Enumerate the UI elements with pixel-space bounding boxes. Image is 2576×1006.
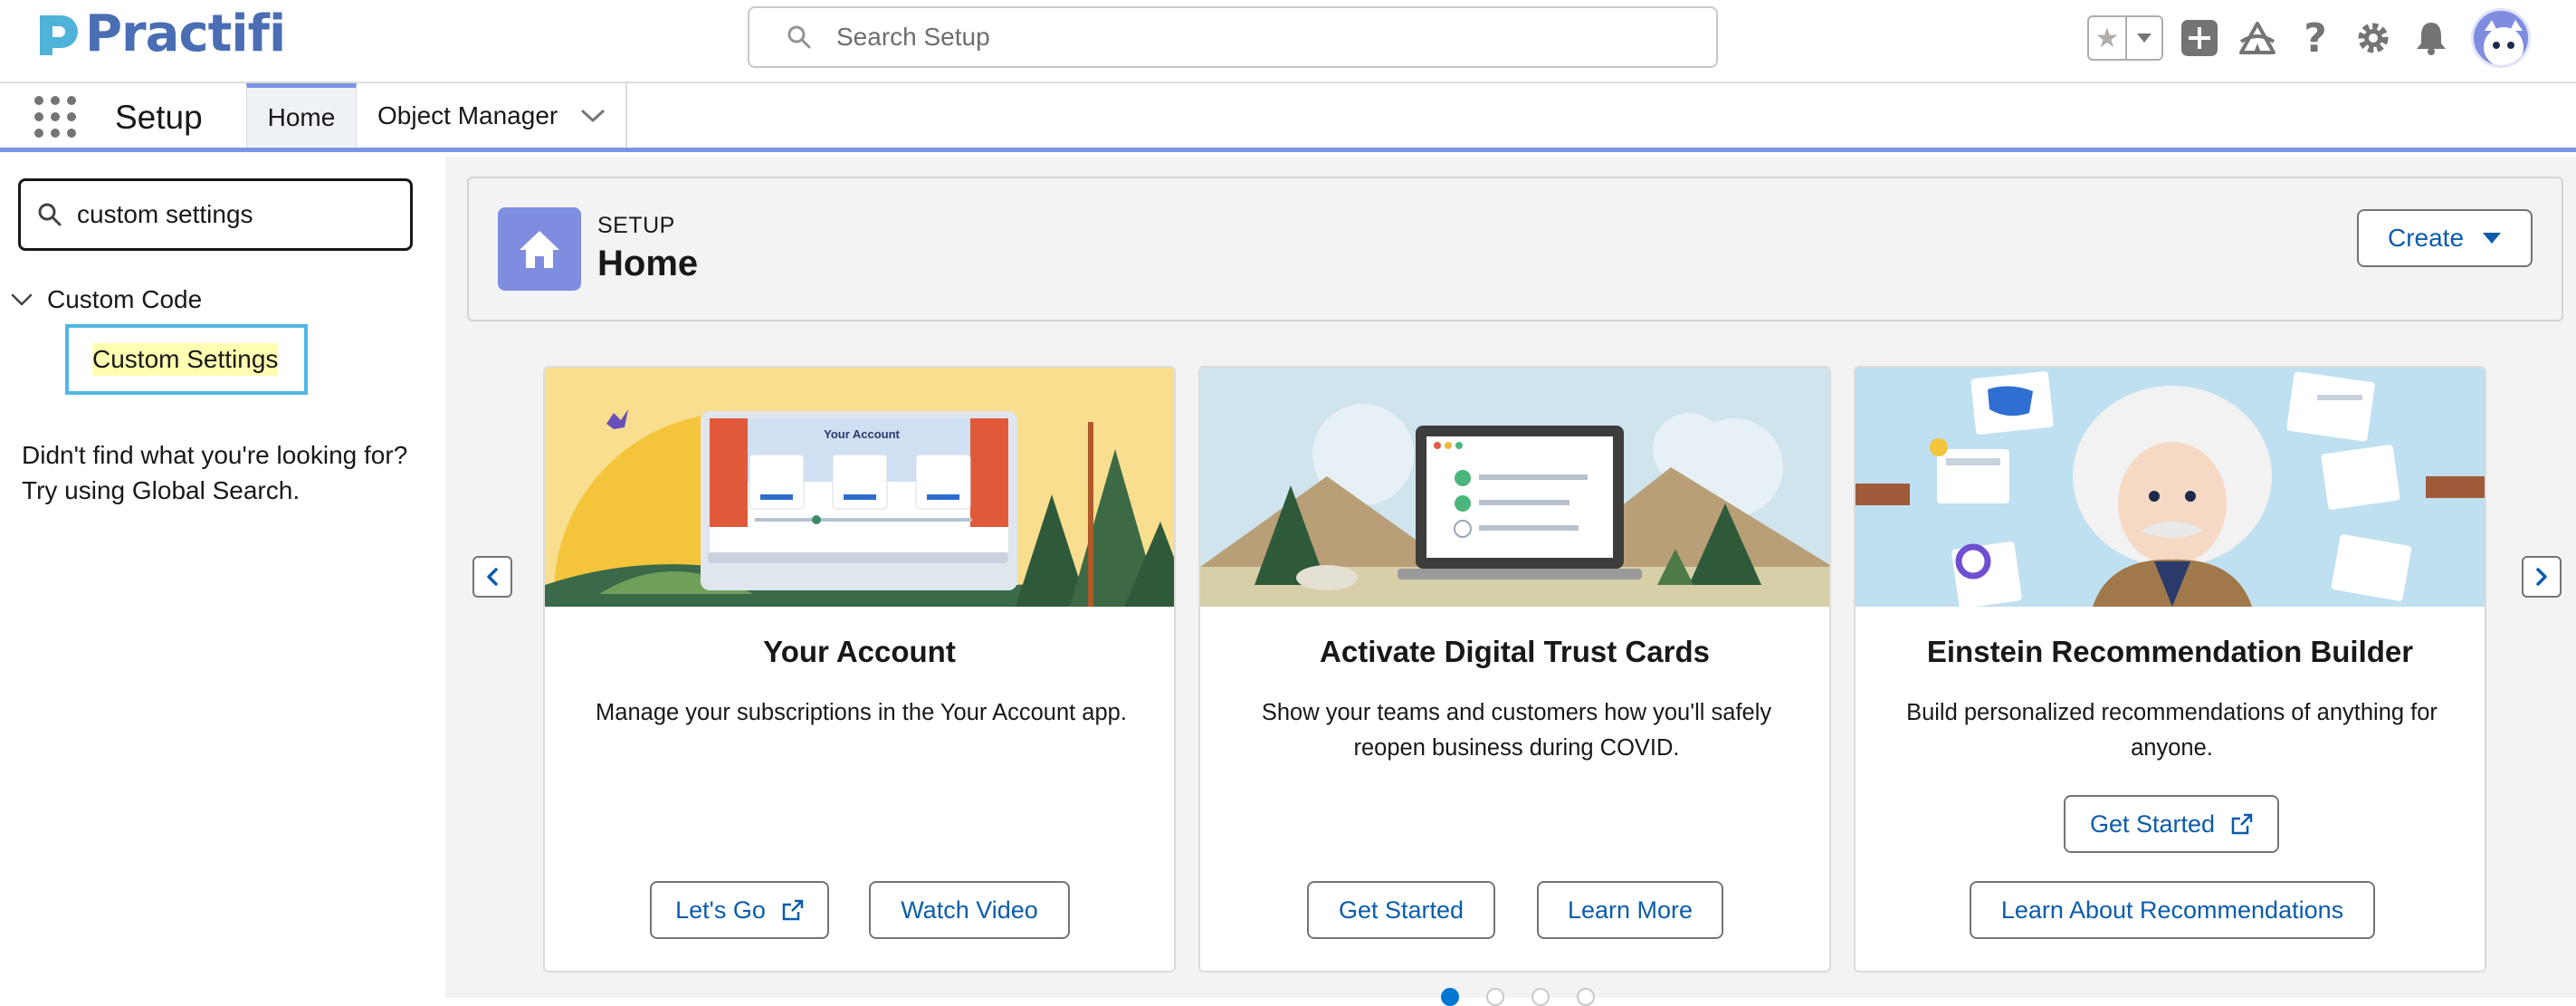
watch-video-button[interactable]: Watch Video <box>869 881 1070 939</box>
button-label: Get Started <box>2089 810 2216 838</box>
quick-find-input[interactable] <box>77 200 403 229</box>
tree-section-label: Custom Code <box>47 285 203 313</box>
notifications-bell-icon[interactable] <box>2409 16 2453 60</box>
learn-about-recommendations-button[interactable]: Learn About Recommendations <box>1970 881 2375 939</box>
tab-home[interactable]: Home <box>246 83 357 148</box>
quick-find-box[interactable] <box>18 178 413 251</box>
get-started-button[interactable]: Get Started <box>2064 795 2279 853</box>
caret-down-icon <box>2483 233 2502 244</box>
tab-object-manager-label: Object Manager <box>377 101 558 129</box>
card-description: Manage your subscriptions in the Your Ac… <box>596 700 1127 725</box>
card-description: Build personalized recommendations of an… <box>1906 700 2438 761</box>
einstein-illustration <box>1856 368 2485 607</box>
button-label: Get Started <box>1338 896 1465 924</box>
illustration-caption: Your Account <box>824 427 900 441</box>
header-utility-icons: ★ ? <box>2087 8 2531 68</box>
tab-object-manager[interactable]: Object Manager <box>358 83 627 148</box>
not-found-message: Didn't find what you're looking for? Try… <box>22 437 438 508</box>
app-launcher-icon[interactable] <box>34 96 76 138</box>
setup-search-input[interactable] <box>836 23 1651 52</box>
page-title: Home <box>597 244 699 283</box>
card-your-account: Your Account Your Account Manage your su… <box>543 366 1176 972</box>
button-label: Watch Video <box>901 896 1038 924</box>
chevron-left-icon <box>487 568 498 586</box>
search-icon <box>38 203 62 226</box>
tree-item-label: Custom Settings <box>92 343 279 376</box>
help-icon[interactable]: ? <box>2294 15 2337 62</box>
practifi-logo[interactable]: Practifi <box>34 5 286 63</box>
external-link-icon <box>2231 813 2253 835</box>
search-icon <box>787 25 811 49</box>
chevron-down-icon <box>11 293 33 306</box>
user-avatar[interactable] <box>2471 8 2531 68</box>
global-header: Practifi ★ ? <box>0 0 2576 83</box>
card-title: Activate Digital Trust Cards <box>1320 635 1710 668</box>
card-description: Show your teams and customers how you'll… <box>1261 700 1772 761</box>
button-label: Learn About Recommendations <box>2000 896 2344 924</box>
tree-item-custom-settings[interactable]: Custom Settings <box>65 324 308 395</box>
carousel-next-button[interactable] <box>2522 556 2562 598</box>
app-name: Setup <box>115 99 203 136</box>
lets-go-button[interactable]: Let's Go <box>650 881 829 939</box>
card-title: Einstein Recommendation Builder <box>1926 635 2414 668</box>
button-label: Let's Go <box>675 896 766 924</box>
digital-trust-illustration <box>1200 368 1829 607</box>
chevron-down-icon[interactable] <box>581 109 605 123</box>
external-link-icon <box>782 899 804 921</box>
card-einstein-recommendation-builder: Einstein Recommendation Builder Build pe… <box>1854 366 2486 972</box>
create-button-label: Create <box>2387 224 2465 252</box>
get-started-button[interactable]: Get Started <box>1307 881 1495 939</box>
card-digital-trust-cards: Activate Digital Trust Cards Show your t… <box>1198 366 1831 972</box>
carousel-indicators <box>1441 988 1595 1006</box>
setup-search-box[interactable] <box>748 6 1718 68</box>
home-icon <box>498 207 581 291</box>
favorites-button-group: ★ <box>2087 15 2163 61</box>
card-title: Your Account <box>763 635 956 668</box>
carousel-dot[interactable] <box>1441 988 1459 1006</box>
chevron-right-icon <box>2536 568 2547 586</box>
page-header: SETUP Home Create <box>467 177 2563 321</box>
carousel-previous-button[interactable] <box>472 556 512 598</box>
your-account-illustration: Your Account <box>545 368 1174 607</box>
global-actions-icon[interactable] <box>2178 16 2221 60</box>
carousel-dot[interactable] <box>1531 988 1550 1006</box>
tree-section-custom-code[interactable]: Custom Code <box>11 285 202 314</box>
trailhead-icon[interactable] <box>2236 16 2279 60</box>
not-found-line-2: Try using Global Search. <box>22 476 301 504</box>
tab-home-label: Home <box>267 103 336 131</box>
button-label: Learn More <box>1567 896 1693 924</box>
practifi-logo-text: Practifi <box>85 5 286 63</box>
carousel-dot[interactable] <box>1577 988 1595 1006</box>
not-found-line-1: Didn't find what you're looking for? <box>22 441 408 469</box>
practifi-logo-mark-icon <box>40 15 78 55</box>
setup-gear-icon[interactable] <box>2352 16 2395 60</box>
create-button[interactable]: Create <box>2357 209 2533 267</box>
learn-more-button[interactable]: Learn More <box>1537 881 1723 939</box>
favorites-star-icon[interactable]: ★ <box>2089 17 2127 59</box>
carousel-dot[interactable] <box>1486 988 1504 1006</box>
main-content: SETUP Home Create Your Account Your Acco… <box>445 157 2576 1006</box>
page-header-eyebrow: SETUP <box>597 213 675 238</box>
context-nav-bar: Setup Home Object Manager <box>0 83 2576 152</box>
favorites-dropdown-icon[interactable] <box>2127 17 2161 59</box>
setup-tree-panel: Custom Code Custom Settings Didn't find … <box>0 157 445 998</box>
